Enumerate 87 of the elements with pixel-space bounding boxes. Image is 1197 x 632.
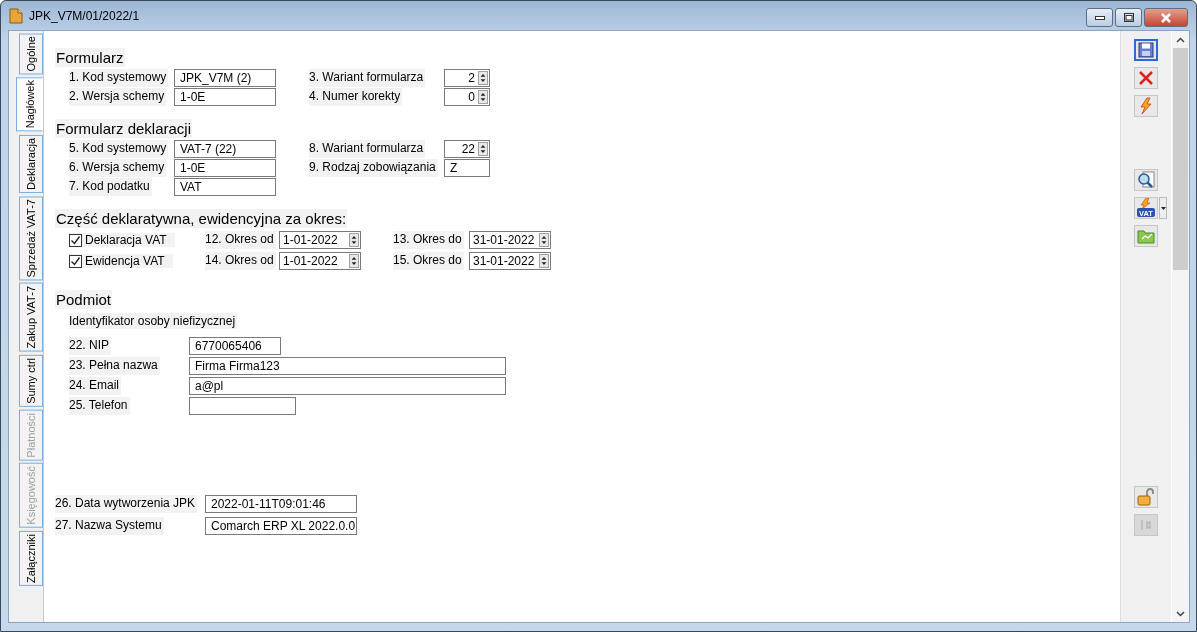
spin-arrows-icon[interactable] <box>539 254 549 268</box>
date-field[interactable]: 1-01-2022 <box>279 252 361 270</box>
checkbox-box[interactable] <box>69 233 82 247</box>
input-field[interactable]: Comarch ERP XL 2022.0.0 <box>205 517 357 535</box>
checkbox[interactable]: Deklaracja VAT <box>69 233 175 247</box>
unlock-button[interactable] <box>1134 486 1158 508</box>
side-tab[interactable]: Sumy ctrl <box>19 354 43 407</box>
delete-button[interactable] <box>1134 67 1158 89</box>
minimize-icon <box>1094 15 1105 20</box>
input-field[interactable]: 6770065406 <box>189 337 281 355</box>
input-field[interactable] <box>189 397 296 415</box>
window-title: JPK_V7M/01/2022/1 <box>29 8 140 23</box>
preview-button[interactable] <box>1134 169 1158 191</box>
scrollbar-thumb[interactable] <box>1173 48 1188 270</box>
magnifier-document-icon <box>1137 171 1155 189</box>
field-label: 24. Email <box>69 377 122 395</box>
spin-arrows-icon[interactable] <box>478 90 488 104</box>
lightning-button[interactable] <box>1134 95 1158 117</box>
input-field[interactable]: VAT-7 (22) <box>174 140 276 158</box>
date-field[interactable]: 31-01-2022 <box>469 231 551 249</box>
open-padlock-icon <box>1137 488 1155 506</box>
document-icon <box>9 7 23 24</box>
field-label: 25. Telefon <box>69 397 130 415</box>
grid-icon <box>1140 519 1152 531</box>
input-field[interactable]: a@pl <box>189 377 506 395</box>
folder-icon <box>1137 228 1155 244</box>
section-heading: Część deklaratywna, ewidencyjna za okres: <box>55 209 348 228</box>
input-field[interactable]: Z <box>444 159 490 177</box>
side-tab[interactable]: Deklaracja <box>19 134 43 193</box>
checkbox-label: Deklaracja VAT <box>85 233 167 247</box>
section-heading: Formularz <box>55 48 125 67</box>
checkbox-label: Ewidencja VAT <box>85 254 165 268</box>
field-label: 14. Okres od <box>205 252 276 270</box>
section-heading: Formularz deklaracji <box>55 119 193 138</box>
field-label: 8. Wariant formularza <box>309 140 426 158</box>
field-label: 3. Wariant formularza <box>309 69 426 87</box>
date-field[interactable]: 1-01-2022 <box>279 231 361 249</box>
caret-icon <box>1160 206 1166 210</box>
input-field[interactable]: 1-0E <box>174 159 276 177</box>
field-label: 9. Rodzaj zobowiązania <box>309 159 438 177</box>
close-button[interactable] <box>1144 8 1188 27</box>
spin-field[interactable]: 0 <box>444 88 490 106</box>
spin-arrows-icon[interactable] <box>349 233 359 247</box>
side-tab[interactable]: Załączniki <box>19 531 43 586</box>
field-label: 1. Kod systemowy <box>69 69 169 87</box>
field-label: 2. Wersja schemy <box>69 88 167 106</box>
field-label: 27. Nazwa Systemu <box>55 517 164 535</box>
subsection-label: Identyfikator osoby niefizycznej <box>69 313 238 329</box>
section-heading: Podmiot <box>55 290 113 309</box>
input-field[interactable]: 2022-01-11T09:01:46 <box>205 495 357 513</box>
maximize-icon <box>1123 13 1134 22</box>
input-field[interactable]: JPK_V7M (2) <box>174 69 276 87</box>
field-label: 6. Wersja schemy <box>69 159 167 177</box>
field-label: 7. Kod podatku <box>69 178 152 196</box>
lightning-icon <box>1138 97 1154 115</box>
field-label: 12. Okres od <box>205 231 276 249</box>
spin-field[interactable]: 22 <box>444 140 490 158</box>
chevron-down-icon <box>1176 610 1185 617</box>
input-field[interactable]: VAT <box>174 178 276 196</box>
checkbox[interactable]: Ewidencja VAT <box>69 254 173 268</box>
field-label: 26. Data wytworzenia JPK <box>55 495 198 513</box>
input-field[interactable]: Firma Firma123 <box>189 357 506 375</box>
side-tab[interactable]: Nagłówek <box>16 77 43 132</box>
date-field[interactable]: 31-01-2022 <box>469 252 551 270</box>
side-tab[interactable]: Sprzedaż VAT-7 <box>19 195 43 281</box>
chevron-up-icon <box>1176 36 1185 43</box>
field-label: 4. Numer korekty <box>309 88 403 106</box>
field-label: 5. Kod systemowy <box>69 140 169 158</box>
close-icon <box>1160 12 1172 23</box>
field-label: 13. Okres do <box>393 231 464 249</box>
spin-arrows-icon[interactable] <box>478 142 488 156</box>
field-label: 23. Pełna nazwa <box>69 357 160 375</box>
minimize-button[interactable] <box>1086 8 1113 27</box>
field-label: 15. Okres do <box>393 252 464 270</box>
spin-arrows-icon[interactable] <box>478 71 488 85</box>
spin-arrows-icon[interactable] <box>539 233 549 247</box>
close-icon <box>1138 70 1154 86</box>
spin-field[interactable]: 2 <box>444 69 490 87</box>
side-tab[interactable]: Ogólne <box>19 33 43 75</box>
spin-arrows-icon[interactable] <box>349 254 359 268</box>
side-tab[interactable]: Zakup VAT-7 <box>19 283 43 352</box>
save-button[interactable] <box>1134 39 1158 61</box>
checkbox-box[interactable] <box>69 254 82 268</box>
field-label: 22. NIP <box>69 337 112 355</box>
dropdown-button[interactable] <box>1159 197 1167 219</box>
input-field[interactable]: 1-0E <box>174 88 276 106</box>
maximize-button[interactable] <box>1115 8 1142 27</box>
